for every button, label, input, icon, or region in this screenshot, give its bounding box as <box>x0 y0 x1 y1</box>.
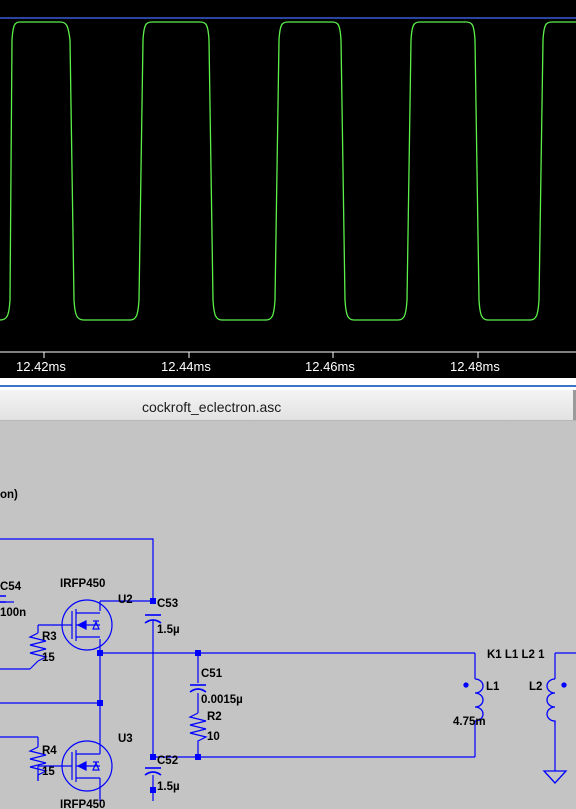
capacitor-c54[interactable] <box>0 595 6 603</box>
time-tick-label: 12.42ms <box>16 359 66 374</box>
coupling-directive[interactable]: K1 L1 L2 1 <box>487 649 545 661</box>
mosfet-u3[interactable] <box>61 740 113 792</box>
c51-value-label: 0.0015µ <box>201 694 243 706</box>
inductor-l2[interactable] <box>546 678 567 725</box>
schematic-window-title: cockroft_eclectron.asc <box>142 399 282 415</box>
pane-splitter[interactable] <box>0 378 576 390</box>
r2-name-label: R2 <box>207 711 222 723</box>
r3-value-label: 15 <box>42 652 55 664</box>
junction-dots <box>97 598 201 793</box>
c54-name-label: C54 <box>0 581 22 593</box>
l2-name-label: L2 <box>529 681 543 693</box>
time-tick-label: 12.48ms <box>450 359 500 374</box>
c53-name-label: C53 <box>157 598 179 610</box>
u3-model-label: IRFP450 <box>60 799 106 809</box>
u3-name-label: U3 <box>118 733 133 745</box>
c52-value-label: 1.5µ <box>157 781 180 793</box>
capacitor-c52[interactable] <box>144 767 162 776</box>
schematic-editor-canvas[interactable]: on) C54 100n IRFP450 U2 R3 15 C53 1.5µ C… <box>0 421 576 809</box>
time-tick-label: 12.46ms <box>305 359 355 374</box>
c54-value-label: 100n <box>0 607 27 619</box>
r2-value-label: 10 <box>207 731 220 743</box>
c52-name-label: C52 <box>157 755 179 767</box>
waveform-canvas <box>0 17 576 358</box>
schematic-titlebar[interactable]: cockroft_eclectron.asc <box>0 390 576 421</box>
l1-name-label: L1 <box>486 681 500 693</box>
c51-name-label: C51 <box>201 668 223 680</box>
mosfet-u2[interactable] <box>61 599 113 651</box>
capacitor-c51[interactable] <box>189 684 207 693</box>
c53-value-label: 1.5µ <box>157 624 180 636</box>
schematic-drawing <box>0 538 576 801</box>
r4-value-label: 15 <box>42 766 55 778</box>
waveform-trace <box>0 21 576 321</box>
u2-name-label: U2 <box>118 594 133 606</box>
time-tick-label: 12.44ms <box>161 359 211 374</box>
partial-directive-text: on) <box>0 489 18 501</box>
r4-name-label: R4 <box>42 745 57 757</box>
u2-model-label: IRFP450 <box>60 578 106 590</box>
splitter-line <box>0 385 576 387</box>
l1-value-label: 4.75m <box>453 716 486 728</box>
waveform-plot-pane[interactable]: 12.42ms 12.44ms 12.46ms 12.48ms <box>0 0 576 378</box>
ground-symbol[interactable] <box>542 770 568 784</box>
r3-name-label: R3 <box>42 631 57 643</box>
resistor-r2[interactable] <box>188 712 208 745</box>
